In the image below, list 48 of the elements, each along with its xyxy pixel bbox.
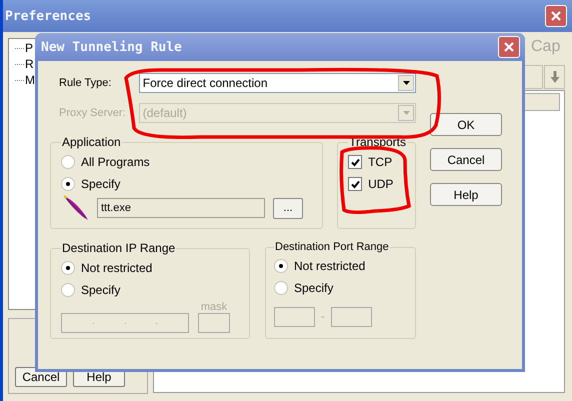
checkbox[interactable] bbox=[348, 155, 362, 169]
checkbox-label: UDP bbox=[368, 177, 394, 191]
range-separator: - bbox=[321, 311, 325, 323]
group-title: Application bbox=[61, 135, 122, 149]
tree-item[interactable]: P bbox=[25, 41, 34, 55]
radio-button[interactable] bbox=[274, 281, 288, 295]
close-button[interactable] bbox=[545, 5, 567, 27]
checkbox-label: TCP bbox=[368, 155, 392, 169]
column-label: Cap bbox=[531, 38, 560, 56]
port-field[interactable] bbox=[330, 307, 372, 327]
radio-button[interactable] bbox=[274, 259, 288, 273]
dialog-title: New Tunneling Rule bbox=[41, 40, 182, 54]
radio-label: Specify bbox=[81, 283, 120, 297]
window-title: Preferences bbox=[5, 8, 92, 24]
move-down-button[interactable] bbox=[544, 65, 565, 89]
close-icon bbox=[550, 10, 562, 22]
browse-button[interactable]: ... bbox=[273, 198, 303, 218]
radio-label: Not restricted bbox=[81, 261, 152, 275]
radio-button[interactable] bbox=[61, 283, 75, 297]
annotation-outline bbox=[340, 146, 411, 214]
group-title: Destination Port Range bbox=[274, 241, 390, 253]
tree-item[interactable]: M bbox=[25, 73, 35, 87]
radio-label: Not restricted bbox=[294, 259, 366, 273]
group-title: Destination IP Range bbox=[61, 241, 176, 255]
radio-button[interactable] bbox=[61, 177, 75, 191]
dialog-button[interactable]: Help bbox=[430, 183, 502, 206]
group-title: Transports bbox=[348, 135, 407, 149]
tree-item[interactable]: R bbox=[25, 57, 34, 71]
checkbox[interactable] bbox=[348, 177, 362, 191]
close-button[interactable] bbox=[498, 36, 520, 58]
mask-field[interactable] bbox=[198, 313, 230, 333]
feather-icon bbox=[61, 193, 91, 223]
file-path-field[interactable]: ttt.exe bbox=[97, 198, 265, 218]
ip-address-field[interactable] bbox=[61, 313, 189, 333]
dialog-button[interactable]: OK bbox=[430, 113, 502, 136]
dialog-button[interactable]: Cancel bbox=[430, 148, 502, 171]
down-arrow-icon bbox=[550, 71, 560, 83]
field-label: Proxy Server: bbox=[59, 107, 127, 119]
port-field[interactable] bbox=[274, 307, 315, 327]
radio-button[interactable] bbox=[61, 261, 75, 275]
radio-label: Specify bbox=[294, 281, 334, 295]
radio-label: All Programs bbox=[81, 155, 150, 169]
radio-label: Specify bbox=[81, 177, 120, 191]
close-icon bbox=[503, 41, 515, 53]
field-label: Rule Type: bbox=[59, 77, 112, 89]
mask-label: mask bbox=[200, 301, 228, 313]
radio-button[interactable] bbox=[61, 155, 75, 169]
dropdown[interactable]: Force direct connection bbox=[138, 73, 416, 93]
